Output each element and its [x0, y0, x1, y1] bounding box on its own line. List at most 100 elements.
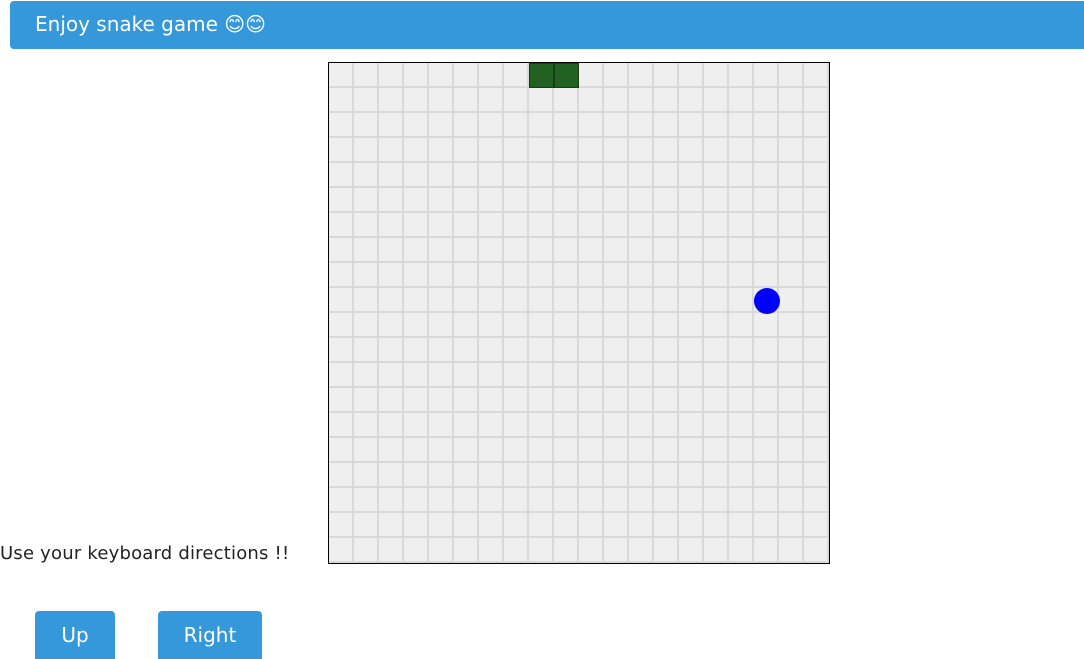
grid-cell [754, 88, 779, 113]
grid-cell [679, 288, 704, 313]
grid-cell [379, 488, 404, 513]
grid-cell [454, 138, 479, 163]
grid-cell [754, 113, 779, 138]
game-board[interactable] [328, 62, 830, 564]
grid-cell [429, 213, 454, 238]
grid-cell [454, 488, 479, 513]
grid-cell [479, 113, 504, 138]
grid-cell [579, 163, 604, 188]
grid-cell [454, 513, 479, 538]
grid-cell [679, 538, 704, 563]
grid-cell [454, 288, 479, 313]
grid-cell [654, 138, 679, 163]
grid-cell [379, 63, 404, 88]
grid-cell [604, 163, 629, 188]
grid-cell [404, 63, 429, 88]
grid-cell [729, 288, 754, 313]
grid-cell [404, 438, 429, 463]
grid-cell [729, 113, 754, 138]
grid-cell [354, 413, 379, 438]
grid-cell [729, 363, 754, 388]
grid-cell [754, 138, 779, 163]
grid-cell [729, 213, 754, 238]
grid-cell [554, 488, 579, 513]
grid-cell [629, 538, 654, 563]
grid-cell [579, 113, 604, 138]
right-button[interactable]: Right [158, 611, 262, 659]
grid-cell [454, 263, 479, 288]
grid-cell [704, 113, 729, 138]
grid-cell [729, 463, 754, 488]
grid-cell [704, 188, 729, 213]
grid-cell [579, 513, 604, 538]
grid-cell [379, 138, 404, 163]
grid-cell [704, 438, 729, 463]
grid-cell [404, 363, 429, 388]
grid-cell [429, 113, 454, 138]
grid-cell [804, 188, 829, 213]
grid-cell [754, 388, 779, 413]
grid-cell [529, 188, 554, 213]
grid-cell [404, 413, 429, 438]
grid-cell [679, 363, 704, 388]
grid-cell [404, 238, 429, 263]
grid-cell [354, 163, 379, 188]
grid-cell [629, 313, 654, 338]
grid-cell [404, 488, 429, 513]
grid-cell [529, 263, 554, 288]
grid-cell [679, 88, 704, 113]
grid-cell [654, 163, 679, 188]
grid-cell [379, 538, 404, 563]
grid-cell [354, 138, 379, 163]
grid-cell [504, 513, 529, 538]
grid-cell [329, 338, 354, 363]
grid-cell [504, 313, 529, 338]
instructions-text: Use your keyboard directions !! [0, 543, 290, 564]
grid-cell [329, 363, 354, 388]
up-button[interactable]: Up [35, 611, 115, 659]
grid-cell [404, 213, 429, 238]
grid-cell [479, 413, 504, 438]
grid-cell [704, 263, 729, 288]
grid-cell [404, 463, 429, 488]
grid-cell [754, 263, 779, 288]
grid-cell [804, 63, 829, 88]
grid-cell [429, 388, 454, 413]
grid-cell [354, 63, 379, 88]
grid-cell [629, 488, 654, 513]
grid-cell [604, 238, 629, 263]
grid-cell [429, 313, 454, 338]
grid-cell [754, 63, 779, 88]
grid-cell [654, 438, 679, 463]
grid-cell [804, 363, 829, 388]
grid-cell [579, 63, 604, 88]
grid-cell [754, 488, 779, 513]
grid-cell [554, 288, 579, 313]
grid-cell [579, 338, 604, 363]
grid-cell [604, 463, 629, 488]
grid-cell [604, 338, 629, 363]
grid-cell [379, 88, 404, 113]
grid-cell [754, 213, 779, 238]
grid-cell [704, 488, 729, 513]
grid-cell [729, 63, 754, 88]
grid-cell [554, 188, 579, 213]
grid-cell [479, 538, 504, 563]
grid-cell [604, 313, 629, 338]
grid-cell [779, 413, 804, 438]
grid-cell [604, 63, 629, 88]
grid-cell [629, 513, 654, 538]
grid-cell [604, 488, 629, 513]
grid-cell [729, 138, 754, 163]
grid-cell [554, 388, 579, 413]
grid-cell [579, 263, 604, 288]
grid-cell [329, 213, 354, 238]
grid-cell [704, 388, 729, 413]
grid-cell [529, 388, 554, 413]
grid-cell [354, 263, 379, 288]
grid-cell [654, 263, 679, 288]
grid-cell [704, 413, 729, 438]
grid-cell [654, 338, 679, 363]
grid-cell [529, 513, 554, 538]
grid-cell [479, 313, 504, 338]
